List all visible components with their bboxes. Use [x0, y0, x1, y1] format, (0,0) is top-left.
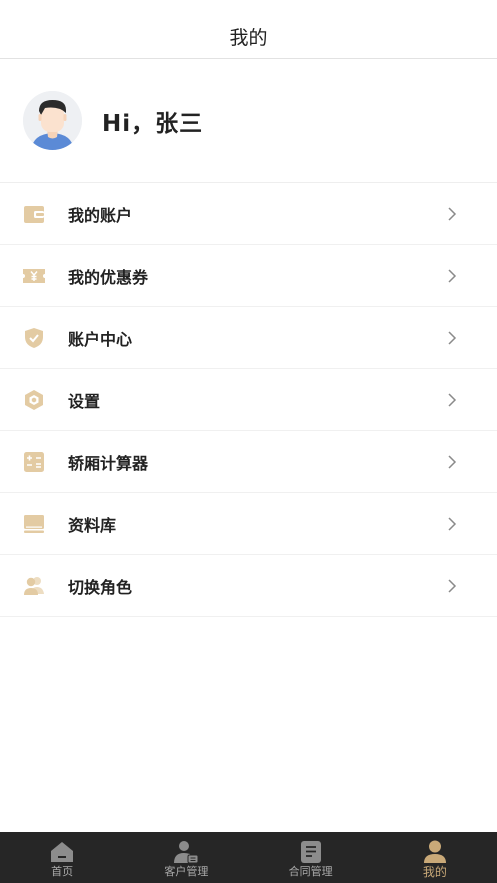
coupon-icon — [23, 269, 45, 283]
avatar[interactable] — [23, 91, 82, 150]
menu-item-my-account[interactable]: 我的账户 — [0, 183, 497, 245]
menu-item-label: 我的优惠券 — [68, 267, 149, 287]
user-greeting: Hi，张三 — [102, 110, 204, 137]
menu-item-label: 切换角色 — [68, 577, 133, 597]
chevron-right-icon — [448, 579, 457, 593]
tab-home[interactable]: 首页 — [0, 832, 124, 883]
library-icon — [24, 515, 44, 533]
contract-icon — [300, 841, 321, 863]
menu-item-library[interactable]: 资料库 — [0, 493, 497, 555]
menu-item-account-center[interactable]: 账户中心 — [0, 307, 497, 369]
chevron-right-icon — [448, 517, 457, 531]
hexagon-settings-icon — [25, 390, 43, 410]
home-icon — [51, 842, 74, 862]
menu-item-my-coupons[interactable]: 我的优惠券 — [0, 245, 497, 307]
customer-icon — [174, 841, 199, 864]
menu-list: 我的账户 我的优惠券 账户中心 设置 轿厢计算器 资料库 切换角色 — [0, 183, 497, 617]
tab-contract-management[interactable]: 合同管理 — [249, 832, 373, 883]
menu-item-car-calculator[interactable]: 轿厢计算器 — [0, 431, 497, 493]
chevron-right-icon — [448, 207, 457, 221]
chevron-right-icon — [448, 455, 457, 469]
tab-label: 客户管理 — [164, 865, 209, 878]
menu-item-settings[interactable]: 设置 — [0, 369, 497, 431]
switch-role-icon — [24, 577, 44, 595]
shield-icon — [25, 328, 43, 348]
tab-label: 首页 — [51, 865, 74, 878]
page-title: 我的 — [229, 26, 268, 49]
wallet-icon — [24, 206, 44, 223]
menu-item-label: 我的账户 — [68, 205, 133, 225]
menu-item-label: 轿厢计算器 — [68, 453, 149, 473]
tab-label: 我的 — [422, 865, 447, 879]
tab-customer-management[interactable]: 客户管理 — [124, 832, 248, 883]
menu-item-label: 设置 — [68, 391, 101, 411]
profile-icon — [423, 840, 446, 863]
nav-bar: 我的 — [0, 0, 497, 59]
menu-item-label: 账户中心 — [68, 329, 133, 349]
chevron-right-icon — [448, 269, 457, 283]
tab-label: 合同管理 — [288, 865, 333, 878]
chevron-right-icon — [448, 331, 457, 345]
profile-header[interactable]: Hi，张三 — [0, 59, 497, 183]
menu-item-label: 资料库 — [68, 515, 117, 535]
tab-mine[interactable]: 我的 — [373, 832, 497, 883]
calculator-icon — [24, 452, 44, 472]
bottom-tab-bar: 首页 客户管理 合同管理 我的 — [0, 832, 497, 883]
menu-item-switch-role[interactable]: 切换角色 — [0, 555, 497, 617]
chevron-right-icon — [448, 393, 457, 407]
avatar-illustration-icon — [23, 91, 82, 150]
